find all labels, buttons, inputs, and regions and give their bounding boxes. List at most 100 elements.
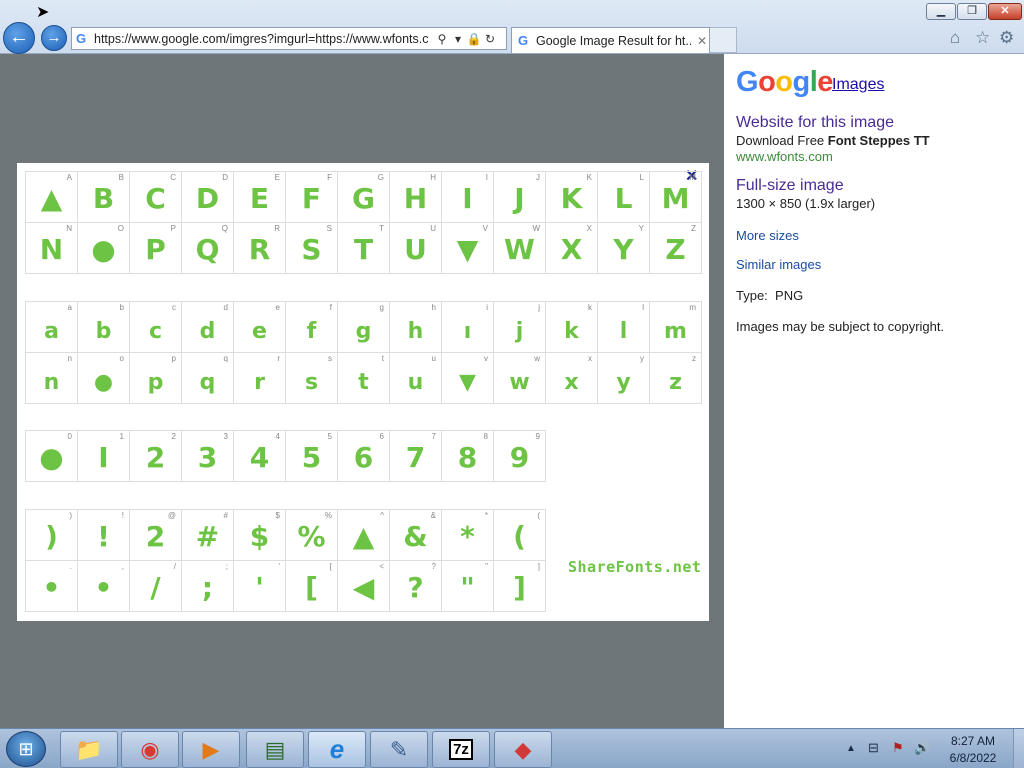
- cubes-icon: ◆: [514, 736, 532, 762]
- lock-icon[interactable]: 🔒: [466, 32, 482, 46]
- home-icon[interactable]: ⌂: [950, 28, 960, 48]
- address-bar[interactable]: G https://www.google.com/imgres?imgurl=h…: [71, 27, 507, 50]
- action-center-flag-icon[interactable]: ⚑: [892, 740, 904, 756]
- glyph-sample: a: [44, 319, 59, 344]
- glyph-sample: 2: [145, 520, 166, 553]
- glyph-sample: X: [560, 233, 583, 266]
- glyph-sample: b: [95, 319, 112, 344]
- glyph-cell: 22: [130, 431, 182, 482]
- site-url[interactable]: www.wfonts.com: [736, 149, 833, 164]
- google-logo[interactable]: Google: [736, 66, 833, 99]
- internet-explorer-icon: e: [329, 734, 345, 764]
- taskbar-cubes-app-button[interactable]: ◆: [494, 731, 552, 768]
- glyph-sample: ]: [513, 571, 526, 604]
- clock-date[interactable]: 6/8/2022: [940, 751, 1006, 765]
- close-window-button[interactable]: ✕: [988, 3, 1022, 20]
- glyph-cell: ZZ: [650, 223, 702, 274]
- restore-button[interactable]: ❐: [957, 3, 987, 20]
- taskbar-internet-explorer-button[interactable]: e: [308, 731, 366, 768]
- start-button[interactable]: ⊞: [6, 731, 46, 767]
- address-url[interactable]: https://www.google.com/imgres?imgurl=htt…: [94, 32, 434, 46]
- windows-logo-icon: ⊞: [18, 739, 34, 759]
- google-favicon-icon: G: [76, 31, 87, 46]
- glyph-sample: L: [614, 182, 633, 215]
- glyph-sample: %: [297, 520, 326, 553]
- taskbar-media-player-button[interactable]: ▶: [182, 731, 240, 768]
- chevron-down-icon[interactable]: ▾: [450, 32, 466, 46]
- network-icon[interactable]: ⊟: [868, 740, 879, 756]
- show-desktop-button[interactable]: [1013, 729, 1024, 768]
- glyph-cell: UU: [390, 223, 442, 274]
- tab-google-image-result[interactable]: G Google Image Result for ht... ✕: [511, 27, 710, 53]
- glyph-sample: *: [460, 520, 475, 553]
- glyph-cell: 99: [494, 431, 546, 482]
- more-sizes-link[interactable]: More sizes: [736, 228, 799, 243]
- glyph-key-label: h: [431, 303, 436, 312]
- glyph-cell: ss: [286, 353, 338, 404]
- glyph-sample: /: [150, 571, 161, 604]
- glyph-cell: 44: [234, 431, 286, 482]
- taskbar-notepad-button[interactable]: ✎: [370, 731, 428, 768]
- chrome-icon: ◉: [140, 736, 160, 762]
- glyph-cell: hh: [390, 302, 442, 353]
- new-tab-button[interactable]: [710, 27, 737, 53]
- taskbar-7zip-button[interactable]: 7z: [432, 731, 490, 768]
- glyph-cell: KK: [546, 172, 598, 223]
- glyph-cell: YY: [598, 223, 650, 274]
- minimize-button[interactable]: ▁: [926, 3, 956, 20]
- glyph-sample: 7: [405, 441, 426, 474]
- glyph-sample: 4: [249, 441, 270, 474]
- glyph-cell: ee: [234, 302, 286, 353]
- glyph-cell: NN: [26, 223, 78, 274]
- glyph-sample: •: [94, 571, 113, 604]
- glyph-cell: EE: [234, 172, 286, 223]
- logo-letter: o: [775, 66, 793, 98]
- glyph-key-label: i: [486, 303, 488, 312]
- glyph-sample: ;: [201, 571, 214, 604]
- glyph-sample: H: [403, 182, 428, 215]
- glyph-sample: Q: [195, 233, 220, 266]
- glyph-sample: [: [305, 571, 318, 604]
- glyph-cell: DD: [182, 172, 234, 223]
- taskbar-explorer-button[interactable]: 📁: [60, 731, 118, 768]
- website-for-image-link[interactable]: Website for this image: [736, 114, 894, 132]
- clock-time[interactable]: 8:27 AM: [940, 734, 1006, 748]
- glyph-cell: dd: [182, 302, 234, 353]
- glyph-sample: 5: [301, 441, 322, 474]
- similar-images-link[interactable]: Similar images: [736, 257, 821, 272]
- glyph-key-label: r: [277, 354, 280, 363]
- favorites-star-icon[interactable]: ☆: [975, 28, 990, 48]
- taskbar-monitor-button[interactable]: ▤: [246, 731, 304, 768]
- close-tab-icon[interactable]: ✕: [697, 34, 707, 48]
- glyph-key-label: y: [640, 354, 644, 363]
- full-size-image-link[interactable]: Full-size image: [736, 177, 844, 195]
- glyph-cell: )): [26, 510, 78, 561]
- image-viewer-backdrop[interactable]: ✕ A ▲ B B C C D D E E F F G G H H I I J J K K L L M M N N O ● P P Q Q R R S S…: [0, 54, 724, 728]
- glyph-cell: yy: [598, 353, 650, 404]
- logo-letter: l: [809, 66, 818, 98]
- back-button[interactable]: ←: [3, 22, 35, 54]
- glyph-key-label: k: [588, 303, 592, 312]
- glyph-cell: , •: [78, 561, 130, 612]
- glyph-key-label: n: [67, 354, 72, 363]
- show-hidden-icons-icon[interactable]: ▲: [846, 743, 856, 754]
- gear-icon[interactable]: ⚙: [999, 28, 1014, 48]
- glyph-sample: S: [301, 233, 322, 266]
- glyph-sample: ▲: [352, 520, 375, 553]
- glyph-sample: ı: [463, 319, 472, 344]
- glyph-key-label: l: [642, 303, 644, 312]
- images-link[interactable]: Images: [832, 76, 884, 94]
- glyph-sample: 9: [509, 441, 530, 474]
- forward-button[interactable]: →: [41, 25, 67, 51]
- glyph-cell: o ●: [78, 353, 130, 404]
- volume-icon[interactable]: 🔊: [914, 740, 930, 756]
- search-icon[interactable]: ⚲: [434, 32, 450, 46]
- monitor-icon: ▤: [264, 736, 286, 762]
- glyph-cell: %%: [286, 510, 338, 561]
- glyph-sample: ●: [91, 233, 116, 266]
- glyph-cell: rr: [234, 353, 286, 404]
- glyph-cell: < ◀: [338, 561, 390, 612]
- taskbar-chrome-button[interactable]: ◉: [121, 731, 179, 768]
- refresh-icon[interactable]: ↻: [482, 32, 498, 46]
- glyph-sample: C: [145, 182, 166, 215]
